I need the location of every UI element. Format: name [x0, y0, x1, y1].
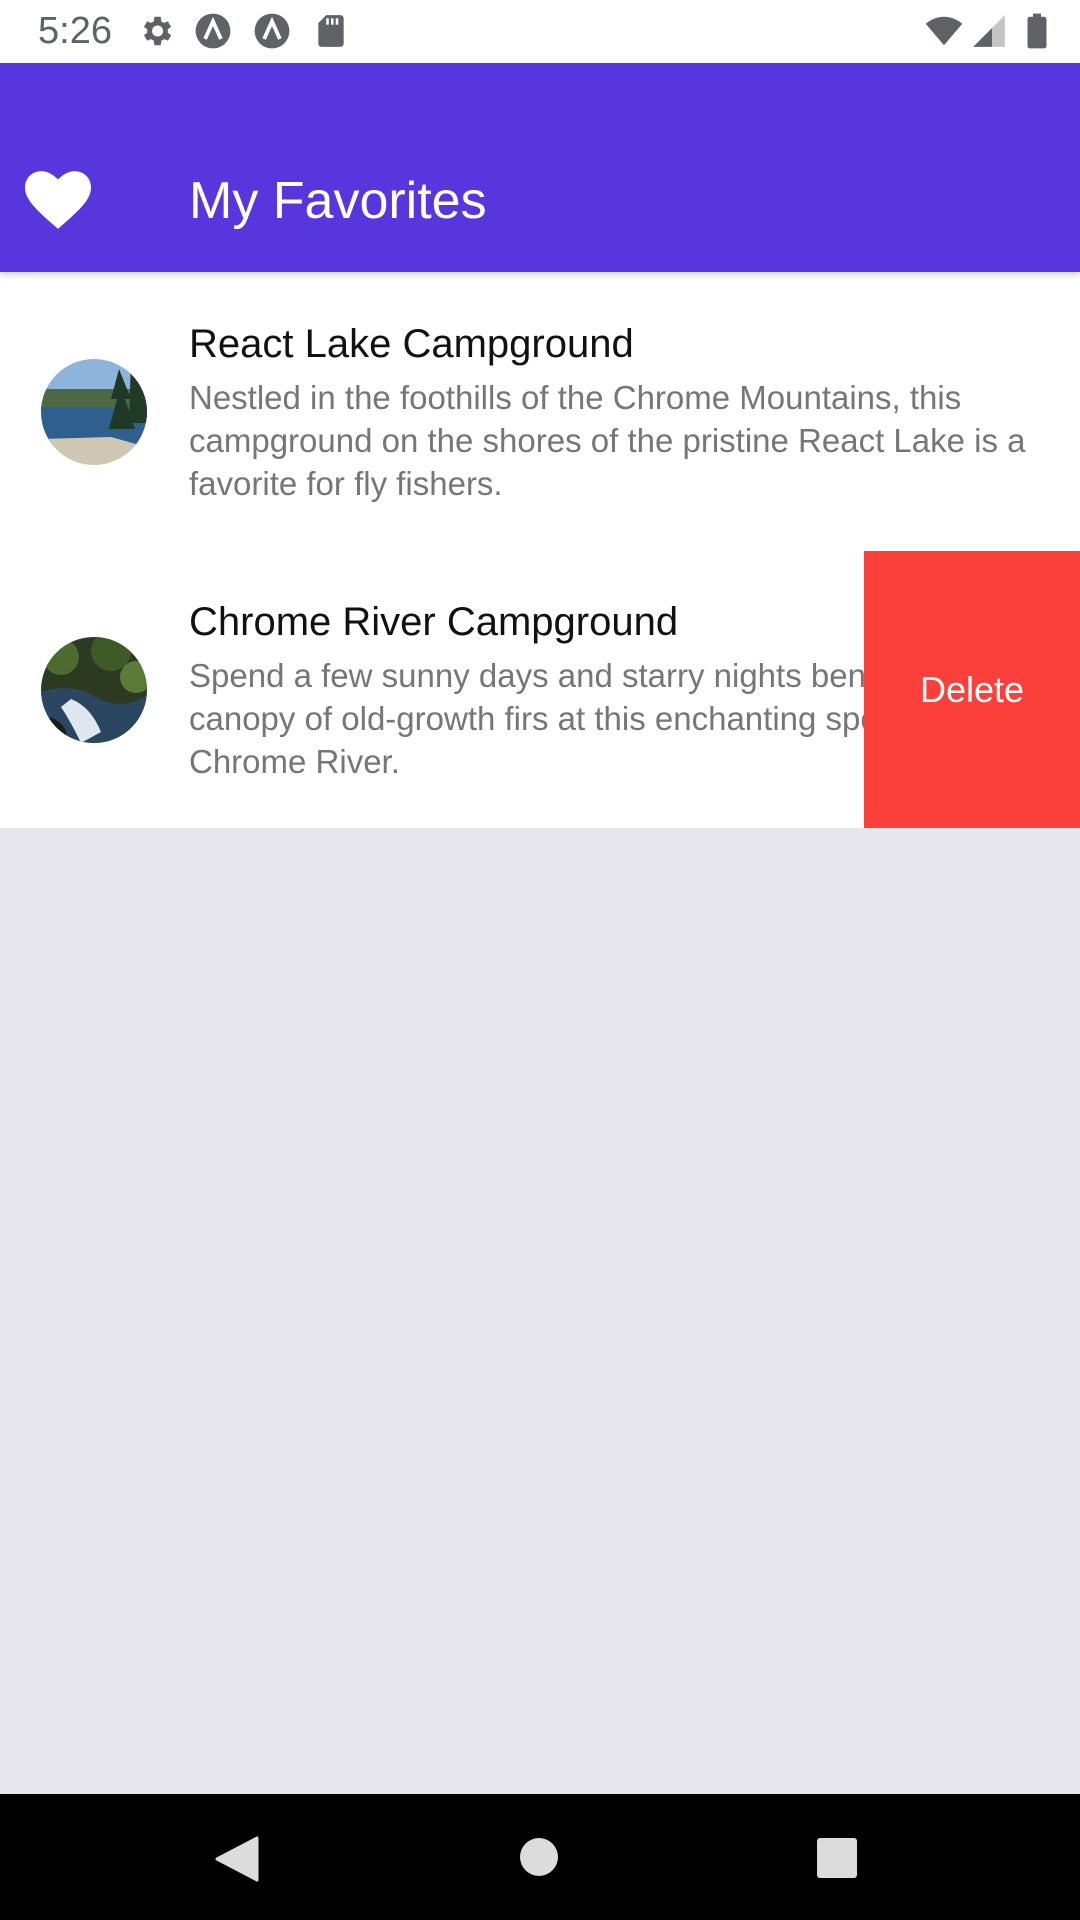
- wifi-icon: [925, 16, 963, 46]
- river-thumbnail: [41, 637, 147, 743]
- campground-description: Nestled in the foothills of the Chrome M…: [189, 379, 1026, 502]
- recents-icon[interactable]: [816, 1837, 858, 1879]
- back-icon[interactable]: [215, 1836, 259, 1882]
- list-item[interactable]: React Lake Campground Nestled in the foo…: [0, 272, 1080, 550]
- gear-icon: [143, 16, 172, 46]
- battery-icon: [1027, 13, 1047, 49]
- react-native-icon: [195, 13, 231, 49]
- sd-card-icon: [318, 15, 344, 47]
- campground-title: Chrome River Campground: [189, 600, 679, 644]
- delete-button[interactable]: Delete: [864, 551, 1080, 828]
- status-time: 5:26: [38, 10, 112, 52]
- delete-label: Delete: [919, 668, 1025, 710]
- status-bar: 5:26: [0, 0, 1080, 63]
- navigation-bar: [0, 1794, 1080, 1920]
- app-bar: My Favorites: [0, 63, 1080, 272]
- heart-icon: [25, 171, 91, 229]
- home-icon[interactable]: [519, 1837, 559, 1877]
- cell-signal-icon: [973, 15, 1005, 47]
- campground-title: React Lake Campground: [189, 322, 634, 366]
- lake-thumbnail: [41, 359, 147, 465]
- page-title: My Favorites: [189, 172, 487, 230]
- react-native-icon: [254, 13, 290, 49]
